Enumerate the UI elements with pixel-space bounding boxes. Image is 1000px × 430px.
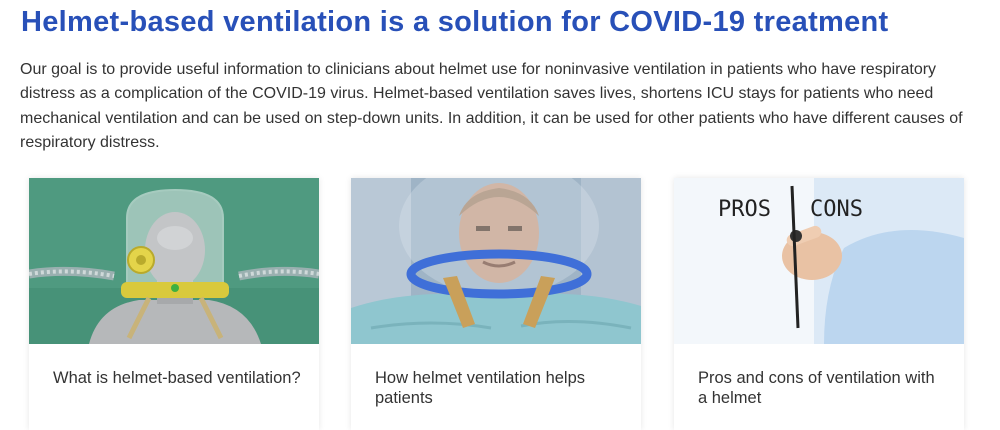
card-title[interactable]: What is helmet-based ventilation? [53,368,303,388]
page: Helmet-based ventilation is a solution f… [0,0,1000,430]
card-pros-and-cons[interactable]: PROS CONS Pros and cons of ventilation w… [674,178,964,430]
pros-image-text: PROS [718,197,771,222]
intro-paragraph: Our goal is to provide useful informatio… [20,61,963,152]
page-title: Helmet-based ventilation is a solution f… [21,6,889,38]
cons-image-text: CONS [810,197,863,222]
mannequin-helmet-image[interactable] [29,178,319,344]
card-title[interactable]: Pros and cons of ventilation with a helm… [698,368,948,408]
card-what-is-helmet-ventilation[interactable]: What is helmet-based ventilation? [29,178,319,430]
patient-helmet-image[interactable] [351,178,641,344]
card-how-helmet-helps[interactable]: How helmet ventilation helps patients [351,178,641,430]
card-title[interactable]: How helmet ventilation helps patients [375,368,625,408]
pros-cons-image[interactable]: PROS CONS [674,178,964,344]
